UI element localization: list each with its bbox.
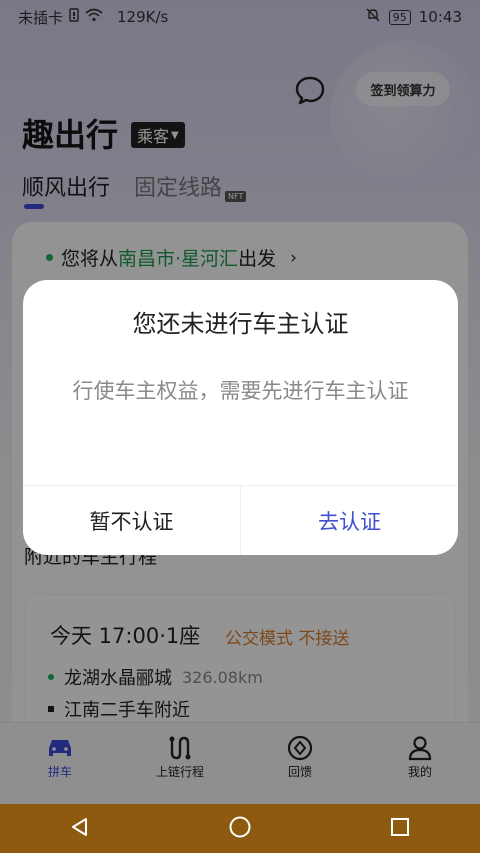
cancel-button[interactable]: 暂不认证 bbox=[23, 486, 240, 555]
dialog-actions: 暂不认证 去认证 bbox=[23, 485, 458, 555]
owner-verification-dialog: 您还未进行车主认证 行使车主权益，需要先进行车主认证 暂不认证 去认证 bbox=[23, 280, 458, 555]
system-nav-bar bbox=[0, 804, 480, 853]
app-screen: 未插卡 129K/s 95 10:43 签到领算力 趣出行 乘客 ▼ 顺风出行 … bbox=[0, 0, 480, 853]
verify-button[interactable]: 去认证 bbox=[240, 486, 458, 555]
dialog-title: 您还未进行车主认证 bbox=[132, 310, 349, 338]
back-icon[interactable] bbox=[69, 816, 91, 842]
recents-icon[interactable] bbox=[389, 816, 411, 842]
dialog-message: 行使车主权益，需要先进行车主认证 bbox=[72, 379, 409, 403]
home-icon[interactable] bbox=[228, 815, 252, 843]
